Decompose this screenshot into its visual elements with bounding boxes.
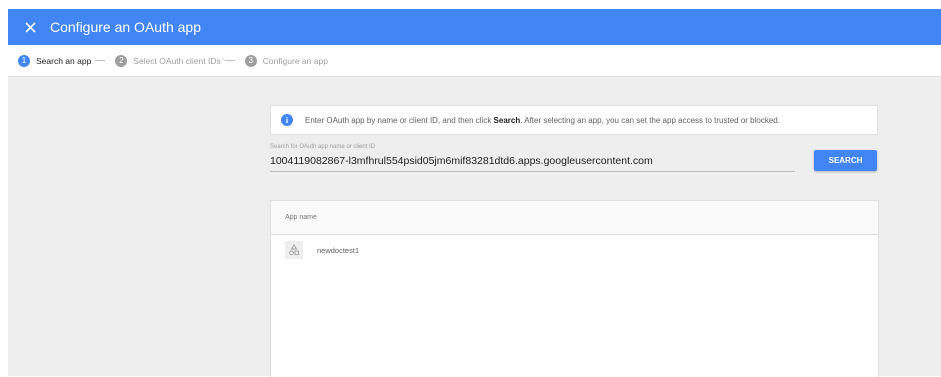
step-number: 1 — [18, 54, 30, 67]
step-select-client-ids[interactable]: 2 Select OAuth client IDs — [115, 54, 235, 67]
step-label: Configure an app — [262, 55, 328, 66]
main-content: i Enter OAuth app by name or client ID, … — [8, 77, 941, 377]
table-row[interactable]: newdoctest1 — [271, 235, 878, 265]
column-header-app-name: App name — [285, 214, 317, 221]
page-title: Configure an OAuth app — [50, 19, 201, 35]
info-banner: i Enter OAuth app by name or client ID, … — [270, 105, 878, 135]
step-connector — [95, 60, 106, 61]
app-shapes-icon — [285, 241, 303, 259]
results-table: App name newdoctest1 — [270, 200, 879, 377]
search-input[interactable]: 1004119082867-l3mfhrul554psid05jm6mif832… — [270, 155, 795, 172]
info-icon: i — [281, 114, 293, 126]
table-header: App name — [271, 201, 878, 235]
search-field-label: Search for OAuth app name or client ID — [270, 144, 376, 150]
app-name: newdoctest1 — [317, 245, 360, 255]
step-label: Select OAuth client IDs — [133, 55, 221, 66]
step-number: 2 — [115, 54, 128, 67]
step-label: Search an app — [36, 55, 92, 66]
close-icon — [24, 21, 36, 33]
step-connector — [224, 60, 235, 61]
search-button[interactable]: SEARCH — [814, 150, 877, 171]
stepper: 1 Search an app 2 Select OAuth client ID… — [8, 45, 941, 77]
info-text: Enter OAuth app by name or client ID, an… — [305, 115, 780, 125]
step-search-app[interactable]: 1 Search an app — [18, 54, 106, 67]
step-configure-app[interactable]: 3 Configure an app — [244, 54, 328, 67]
app-bar: Configure an OAuth app — [8, 9, 941, 45]
close-button[interactable] — [16, 13, 44, 41]
step-number: 3 — [244, 54, 257, 67]
